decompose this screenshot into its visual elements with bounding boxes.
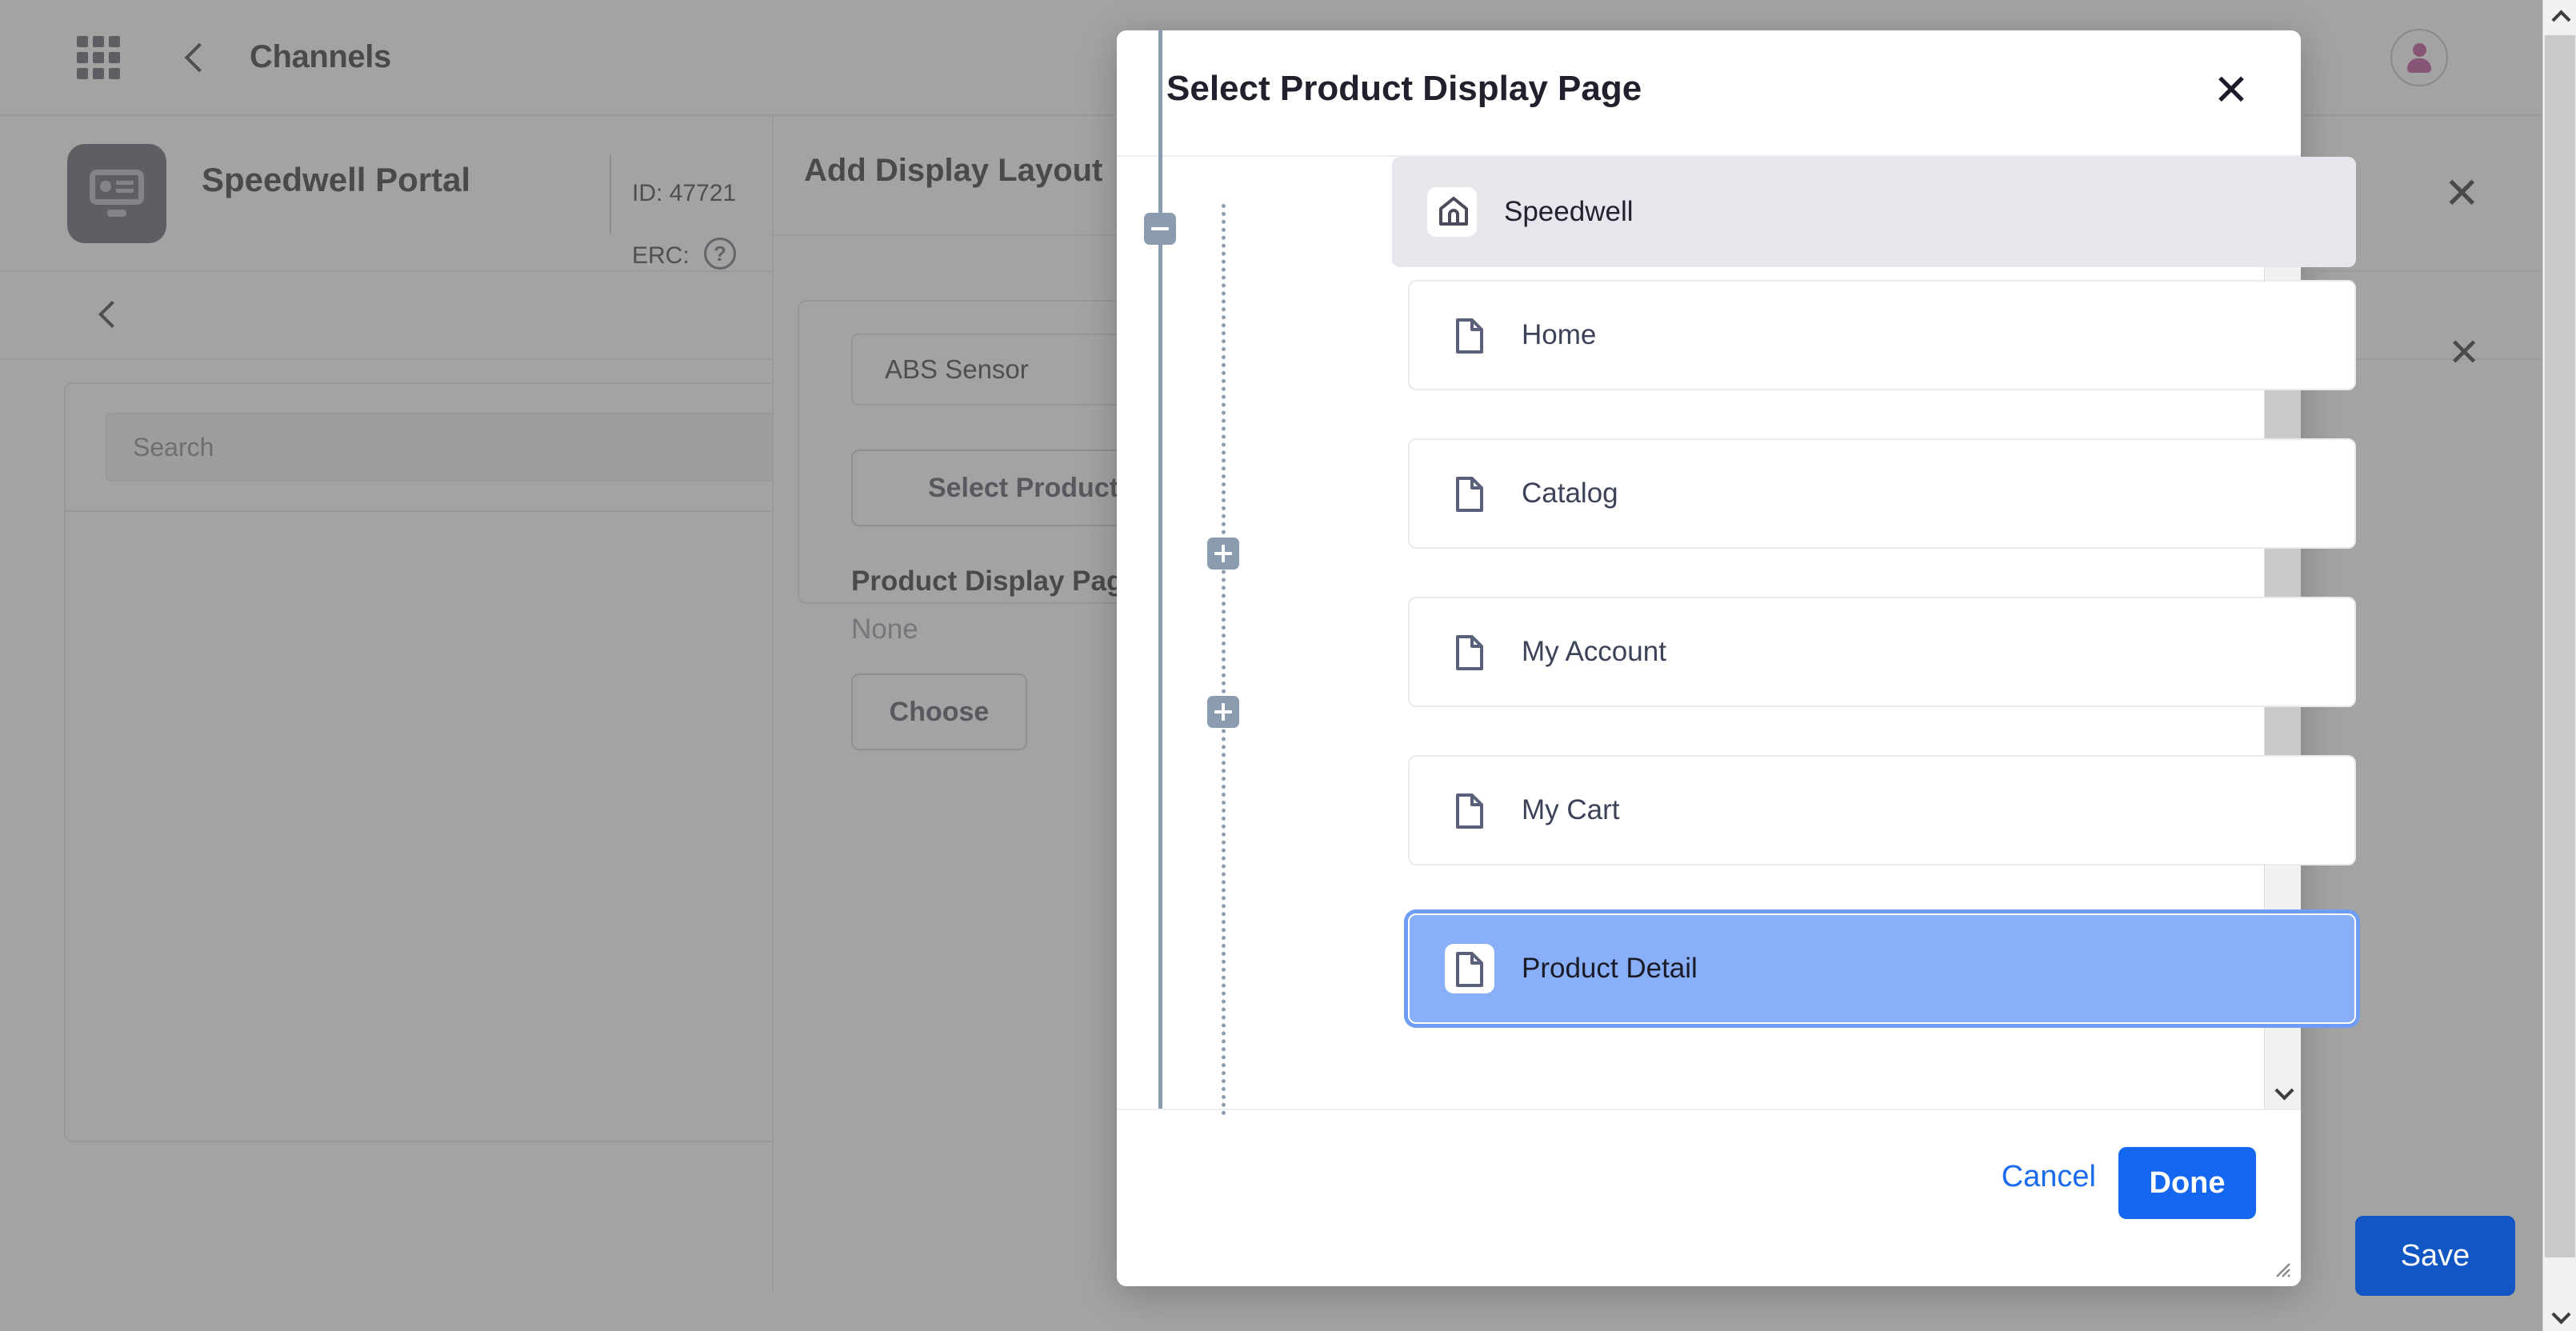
user-avatar-icon[interactable] xyxy=(2390,29,2448,86)
resize-grip-icon[interactable] xyxy=(2267,1254,2291,1278)
tree-node-my-cart[interactable]: My Cart xyxy=(1408,755,2356,865)
tree-toggle-plus-icon-my-account[interactable] xyxy=(1207,696,1239,728)
tree-node-label: Home xyxy=(1522,319,1597,350)
tree-node-catalog[interactable]: Catalog xyxy=(1408,438,2356,549)
sub-back-chevron-left-icon[interactable] xyxy=(94,299,126,331)
cancel-button[interactable]: Cancel xyxy=(2002,1160,2096,1194)
home-icon xyxy=(1427,187,1477,237)
modal-title: Select Product Display Page xyxy=(1166,69,1642,108)
page-scroll-down-chevron-down-icon[interactable] xyxy=(2543,1297,2576,1331)
apps-grid-icon[interactable] xyxy=(77,35,120,79)
product-display-page-label: Product Display Page xyxy=(851,566,1139,597)
modal-close-icon[interactable]: ✕ xyxy=(2206,66,2256,115)
tree-node-label: My Cart xyxy=(1522,794,1620,825)
tree-node-product-detail[interactable]: Product Detail xyxy=(1408,913,2356,1024)
document-icon xyxy=(1445,944,1494,993)
page-scrollbar-thumb[interactable] xyxy=(2545,35,2575,1257)
back-chevron-left-icon[interactable] xyxy=(178,40,213,75)
portal-erc-label: ERC: xyxy=(632,242,690,269)
tree-node-home[interactable]: Home xyxy=(1408,280,2356,390)
choose-button[interactable]: Choose xyxy=(851,673,1027,750)
display-monitor-icon xyxy=(67,144,166,243)
avatar-person-glyph xyxy=(2403,43,2435,73)
inner-panel-close-icon[interactable]: ✕ xyxy=(2448,334,2480,373)
tree-root-connector-line xyxy=(1158,30,1162,1109)
document-icon xyxy=(1445,785,1494,835)
add-display-layout-title: Add Display Layout xyxy=(804,153,1103,188)
tree-node-root-speedwell[interactable]: Speedwell xyxy=(1392,157,2356,267)
modal-footer: Cancel Done xyxy=(1117,1109,2301,1283)
modal-header: Select Product Display Page ✕ xyxy=(1117,30,2301,157)
header-divider xyxy=(610,154,611,234)
document-icon xyxy=(1445,469,1494,518)
product-display-page-value: None xyxy=(851,614,918,645)
page-title: Channels xyxy=(250,39,391,74)
tree-toggle-minus-icon-speedwell[interactable] xyxy=(1144,213,1176,245)
tree-node-label: Product Detail xyxy=(1522,953,1698,984)
tree-child-connector-line xyxy=(1222,204,1226,1116)
tree-node-label: Catalog xyxy=(1522,478,1618,509)
portal-title: Speedwell Portal xyxy=(202,161,471,198)
save-button[interactable]: Save xyxy=(2355,1216,2515,1296)
portal-id-label: ID: 47721 xyxy=(632,180,737,206)
page-scrollbar[interactable] xyxy=(2542,0,2576,1331)
document-icon xyxy=(1445,310,1494,360)
portal-close-icon[interactable]: ✕ xyxy=(2444,172,2480,215)
tree-node-label: Speedwell xyxy=(1504,196,1634,227)
document-icon xyxy=(1445,627,1494,677)
tree-node-my-account[interactable]: My Account xyxy=(1408,597,2356,707)
scroll-down-chevron-down-icon[interactable] xyxy=(2265,1072,2301,1109)
tree-node-label: My Account xyxy=(1522,636,1666,667)
question-mark-icon[interactable]: ? xyxy=(704,238,736,270)
page-scroll-up-chevron-up-icon[interactable] xyxy=(2543,0,2576,34)
tree-toggle-plus-icon-catalog[interactable] xyxy=(1207,538,1239,570)
done-button[interactable]: Done xyxy=(2118,1147,2256,1219)
